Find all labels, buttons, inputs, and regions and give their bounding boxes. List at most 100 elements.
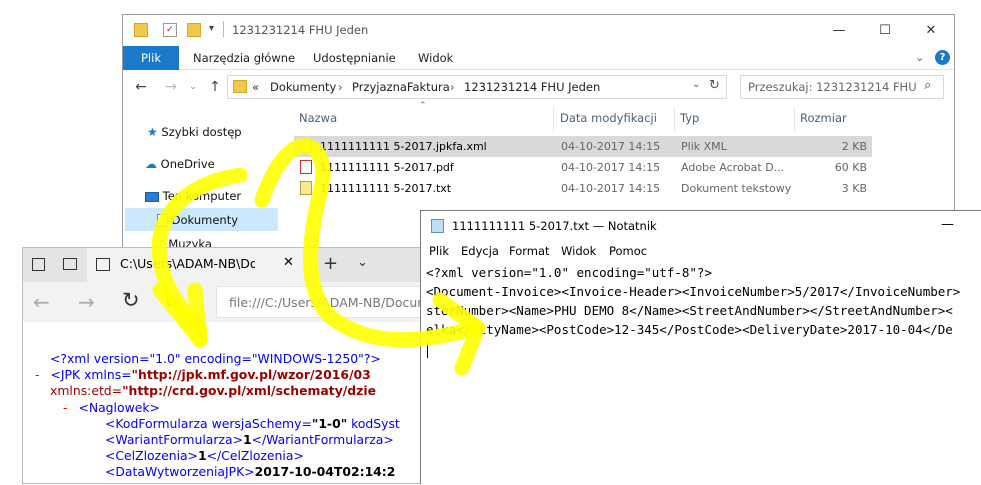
minimize-button[interactable]: — <box>816 15 862 46</box>
ribbon: Plik Narzędzia główne Udostępnianie Wido… <box>123 46 954 70</box>
menu-format[interactable]: Format <box>509 241 550 261</box>
column-header-date[interactable]: Data modyfikacji <box>560 107 657 129</box>
new-tab-icon[interactable]: + <box>323 253 338 274</box>
xml-line: <KodFormularza wersjaSchemy="1-0" kodSys… <box>105 416 400 432</box>
up-arrow-icon[interactable]: ↑ <box>205 76 225 98</box>
maximize-button[interactable]: ☐ <box>862 15 908 46</box>
title-separator <box>223 21 224 37</box>
forward-arrow-icon[interactable]: → <box>78 290 95 314</box>
column-separator[interactable] <box>674 107 675 131</box>
back-arrow-icon[interactable]: ← <box>33 290 50 314</box>
file-name: 1111111111 5-2017.txt <box>320 182 452 195</box>
new-folder-icon[interactable] <box>187 23 201 37</box>
menu-view[interactable]: Widok <box>561 241 596 261</box>
tab-home[interactable]: Narzędzia główne <box>193 46 295 70</box>
xml-line: <WariantFormularza>1</WariantFormularza> <box>105 432 394 448</box>
xml-tag: <CelZlozenia> <box>105 448 199 463</box>
address-bar[interactable]: file:///C:/Users/ADAM-NB/Docum <box>216 286 446 318</box>
breadcrumb-current-folder[interactable]: 1231231214 FHU Jeden <box>464 80 600 94</box>
xml-text-value: 1 <box>242 432 252 447</box>
page-icon <box>96 258 110 271</box>
tab-share[interactable]: Udostępnianie <box>313 46 396 70</box>
star-icon: ★ <box>147 125 158 139</box>
search-box[interactable]: Przeszukaj: 1231231214 FHU J... ⌕ <box>740 75 944 99</box>
column-header-name[interactable]: Nazwa <box>299 107 337 129</box>
nav-item-label: Dokumenty <box>171 213 239 227</box>
text-line: <?xml version="1.0" encoding="utf-8"?> <box>426 265 712 280</box>
tab-view[interactable]: Widok <box>418 46 453 70</box>
column-header-size[interactable]: Rozmiar <box>800 107 847 129</box>
xml-declaration: <?xml version="1.0" encoding="WINDOWS-12… <box>50 351 381 367</box>
menu-file[interactable]: Plik <box>429 241 449 261</box>
expand-ribbon-icon[interactable]: ⌄ <box>915 51 924 64</box>
browser-tab[interactable]: C:\Users\ADAM-NB\Do ✕ <box>87 248 305 282</box>
close-tab-icon[interactable]: ✕ <box>283 255 294 270</box>
xml-tag: <JPK xmlns= <box>50 367 132 382</box>
xml-line: - <Naglowek> <box>63 400 160 416</box>
address-input[interactable]: file:///C:/Users/ADAM-NB/Docum <box>229 295 439 310</box>
column-separator[interactable] <box>794 107 795 131</box>
file-size: 3 KB <box>841 182 867 195</box>
forward-arrow-icon[interactable]: → <box>161 76 181 98</box>
xml-attr-name: xmlns:etd= <box>50 383 123 398</box>
tab-file[interactable]: Plik <box>123 46 179 70</box>
explorer-titlebar: ✓ ▾ 1231231214 FHU Jeden — ☐ ✕ <box>123 15 954 46</box>
restore-tabs-icon[interactable] <box>63 258 77 270</box>
sort-ascending-icon: ⌃ <box>419 101 427 111</box>
address-bar[interactable]: « Dokumenty › PrzyjaznaFaktura › 1231231… <box>227 75 727 99</box>
tabs-aside-icon[interactable] <box>32 258 45 271</box>
folder-icon <box>233 80 247 93</box>
folder-icon <box>134 23 148 37</box>
search-input[interactable]: Przeszukaj: 1231231214 FHU J... <box>748 80 918 94</box>
collapse-toggle[interactable]: - <box>63 400 67 415</box>
document-icon <box>157 214 168 227</box>
file-row[interactable]: 1111111111 5-2017.jpkfa.xml 04-10-2017 1… <box>294 136 872 157</box>
xml-tag: </WariantFormularza> <box>251 432 394 447</box>
text-editor-area[interactable]: <?xml version="1.0" encoding="utf-8"?> <… <box>421 261 981 485</box>
minimize-button[interactable]: — <box>941 217 954 232</box>
column-header-type[interactable]: Typ <box>680 107 699 129</box>
breadcrumb-separator[interactable]: › <box>338 80 343 94</box>
breadcrumb-przyjaznafaktura[interactable]: PrzyjaznaFaktura <box>352 80 450 94</box>
home-icon[interactable]: ⌂ <box>166 290 177 311</box>
xml-line: <DataWytworzeniaJPK>2017-10-04T02:14:2 <box>105 464 395 480</box>
menu-edit[interactable]: Edycja <box>461 241 499 261</box>
refresh-icon[interactable]: ↻ <box>122 288 140 312</box>
file-row[interactable]: 1111111111 5-2017.txt 04-10-2017 14:15 D… <box>294 178 872 199</box>
address-dropdown-icon[interactable]: ⌄ <box>692 79 700 90</box>
browser-toolbar: ← → ↻ ⌂ file:///C:/Users/ADAM-NB/Docum <box>23 282 446 322</box>
refresh-icon[interactable]: ↻ <box>709 78 720 93</box>
breadcrumb-overflow[interactable]: « <box>252 80 259 94</box>
xml-line: xmlns:etd="http://crd.gov.pl/xml/schemat… <box>50 383 376 399</box>
nav-item-onedrive[interactable]: ☁ OneDrive <box>145 153 215 175</box>
quick-access-dropdown-icon[interactable]: ▾ <box>209 23 214 34</box>
xml-line: <CelZlozenia>1</CelZlozenia> <box>105 448 304 464</box>
back-arrow-icon[interactable]: ← <box>131 76 151 98</box>
search-icon[interactable]: ⌕ <box>924 78 931 93</box>
breadcrumb-separator[interactable]: › <box>450 80 455 94</box>
navigation-bar: ← → ⌄ ↑ « Dokumenty › PrzyjaznaFaktura ›… <box>123 72 954 104</box>
file-type: Plik XML <box>681 140 727 153</box>
nav-item-quick-access[interactable]: ★ Szybki dostęp <box>147 121 242 143</box>
nav-item-documents[interactable]: Dokumenty <box>157 209 238 231</box>
cloud-icon: ☁ <box>145 157 157 171</box>
xml-attr-value: "1-0" <box>311 416 348 431</box>
xml-tag: <Naglowek> <box>78 400 160 415</box>
menu-help[interactable]: Pomoc <box>609 241 647 261</box>
breadcrumb-dokumenty[interactable]: Dokumenty <box>270 80 336 94</box>
collapse-toggle[interactable]: - <box>35 367 39 382</box>
nav-item-label: OneDrive <box>160 157 215 171</box>
file-row[interactable]: 1111111111 5-2017.pdf 04-10-2017 14:15 A… <box>294 157 872 178</box>
tab-preview-icon[interactable]: ⌄ <box>357 255 368 270</box>
column-separator[interactable] <box>553 107 554 131</box>
text-cursor <box>427 342 428 358</box>
close-button[interactable]: ✕ <box>908 15 954 46</box>
window-title: 1231231214 FHU Jeden <box>232 23 369 37</box>
help-icon[interactable]: ? <box>935 50 950 65</box>
recent-locations-icon[interactable]: ⌄ <box>183 76 203 98</box>
nav-item-this-pc[interactable]: Ten komputer <box>145 185 241 207</box>
xml-pi: <?xml version="1.0" encoding="WINDOWS-12… <box>50 351 381 366</box>
xml-text-value: 1 <box>198 448 207 463</box>
properties-icon[interactable]: ✓ <box>163 23 177 37</box>
text-line: sterNumber><Name>PHU DEMO 8</Name><Stree… <box>426 303 953 318</box>
